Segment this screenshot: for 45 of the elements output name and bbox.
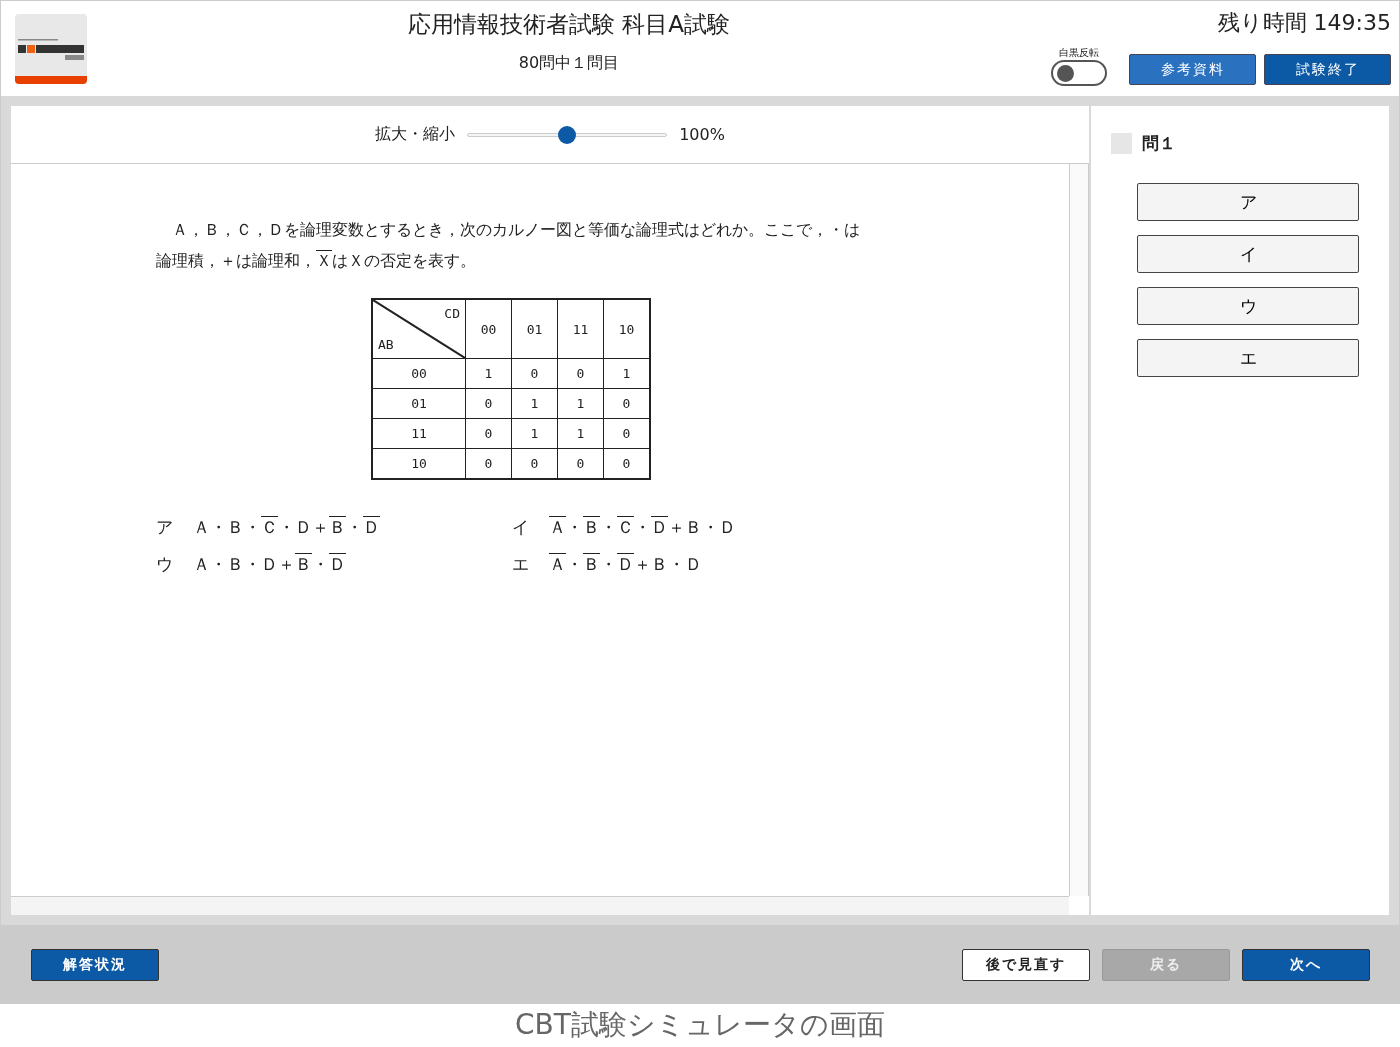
flag-checkbox[interactable] [1111, 133, 1132, 154]
answer-choice: ウ Ａ・Ｂ・Ｄ＋Ｂ・Ｄ [156, 553, 347, 576]
zoom-reading: 100% [679, 125, 725, 144]
table-cell: 0 [511, 358, 558, 389]
table-cell: 0 [557, 358, 604, 389]
table-cell: 1 [511, 388, 558, 419]
table-cell: 0 [465, 418, 512, 449]
caption: CBT試験シミュレータの画面 [514, 1007, 886, 1043]
header-button[interactable]: 参考資料 [1129, 54, 1256, 85]
invert-toggle[interactable] [1051, 60, 1107, 86]
answer-option[interactable]: ア [1137, 183, 1359, 221]
row-header: 11 [372, 418, 466, 449]
table-cell: 1 [511, 418, 558, 449]
row-header: 01 [372, 388, 466, 419]
scrollbar[interactable] [1069, 164, 1089, 896]
column-variable: CD [444, 306, 460, 321]
answer-choice: エ Ａ・Ｂ・Ｄ＋Ｂ・Ｄ [512, 553, 703, 576]
answer-choice: イ Ａ・Ｂ・Ｃ・Ｄ＋Ｂ・Ｄ [512, 516, 737, 539]
answer-choice: ア Ａ・Ｂ・Ｃ・Ｄ＋Ｂ・Ｄ [156, 516, 381, 539]
timer: 149:35 [1313, 10, 1391, 35]
answer-option[interactable]: ウ [1137, 287, 1359, 325]
zoom-label: 拡大・縮小 [375, 124, 456, 145]
status-button[interactable]: 解答状況 [31, 948, 159, 981]
table-cell: 1 [557, 418, 604, 449]
row-header: 00 [372, 358, 466, 389]
scrollbar[interactable] [11, 896, 1069, 915]
exam-title: 応用情報技術者試験 科目A試験 [407, 10, 730, 39]
table-header: 11 [557, 299, 604, 359]
table-cell: 1 [557, 388, 604, 419]
header-button[interactable]: 試験終了 [1264, 54, 1391, 85]
slider-thumb[interactable] [558, 125, 577, 144]
question-number: 問１ [1142, 132, 1176, 155]
zoom-slider[interactable] [467, 124, 668, 145]
answer-option[interactable]: イ [1137, 235, 1359, 273]
timer-label: 残り時間 [1217, 10, 1307, 35]
footer-button[interactable]: 次へ [1242, 948, 1370, 981]
table-header: 00 [465, 299, 512, 359]
table-cell: 1 [465, 358, 512, 389]
answer-option[interactable]: エ [1137, 339, 1359, 377]
question-text: Ａ，Ｂ，Ｃ，Ｄを論理変数とするとき，次のカルノー図と等価な論理式はどれか。ここで，・は論理積，＋は論理和，Ｘ はＸの否定を表す。 [156, 219, 861, 272]
footer-button[interactable]: 後で見直す [962, 948, 1090, 981]
table-header: 01 [511, 299, 558, 359]
toggle-label: 白黒反転 [1059, 46, 1099, 60]
row-variable: AB [378, 337, 394, 352]
table-cell: 0 [465, 388, 512, 419]
